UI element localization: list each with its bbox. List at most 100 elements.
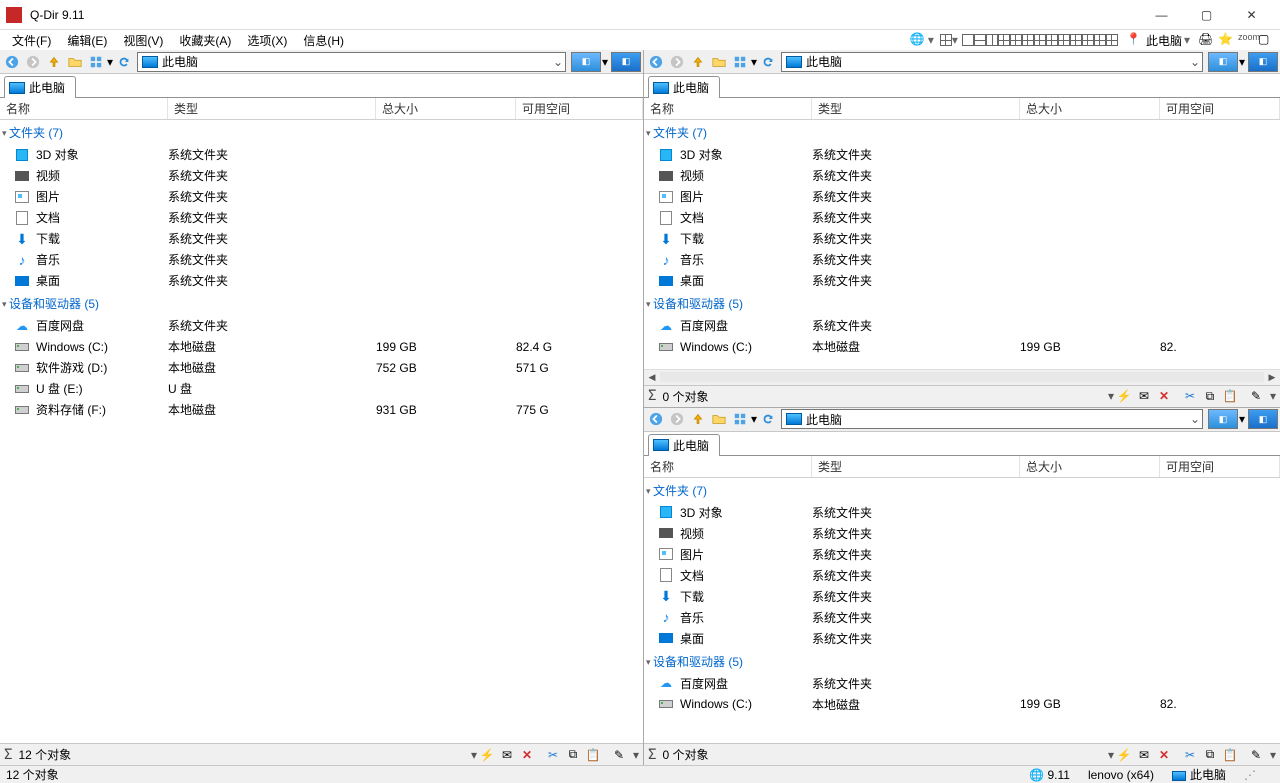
nav-back[interactable] xyxy=(2,52,22,72)
paste-icon[interactable]: 📋 xyxy=(1222,747,1238,763)
group-drives[interactable]: 设备和驱动器 (5) xyxy=(644,649,1280,673)
view-toggle-a[interactable]: ◧ xyxy=(1208,409,1238,429)
layout-3d-icon[interactable] xyxy=(1034,34,1046,46)
file-list[interactable]: 文件夹 (7)3D 对象系统文件夹视频系统文件夹图片系统文件夹文档系统文件夹⬇下… xyxy=(0,120,643,743)
list-item[interactable]: ☁百度网盘系统文件夹 xyxy=(644,315,1280,336)
filter-icon[interactable]: ⚡ xyxy=(1116,747,1132,763)
tab-active[interactable]: 此电脑 xyxy=(4,76,76,98)
nav-back[interactable] xyxy=(646,409,666,429)
col-free[interactable]: 可用空间 xyxy=(516,98,643,119)
sigma-icon[interactable]: Σ xyxy=(648,747,656,763)
layout-2v-icon[interactable] xyxy=(986,34,998,46)
group-drives[interactable]: 设备和驱动器 (5) xyxy=(644,291,1280,315)
nav-folders[interactable] xyxy=(709,52,729,72)
layout-1-icon[interactable] xyxy=(962,34,974,46)
group-drives[interactable]: 设备和驱动器 (5) xyxy=(0,291,643,315)
list-item[interactable]: ⬇下载系统文件夹 xyxy=(644,228,1280,249)
file-list[interactable]: 文件夹 (7)3D 对象系统文件夹视频系统文件夹图片系统文件夹文档系统文件夹⬇下… xyxy=(644,120,1280,369)
layout-3c-icon[interactable] xyxy=(1022,34,1034,46)
menu-options[interactable]: 选项(X) xyxy=(239,31,295,50)
tab-active[interactable]: 此电脑 xyxy=(648,434,720,456)
h-scrollbar[interactable]: ◀▶ xyxy=(644,369,1280,385)
address-bar[interactable]: 此电脑⌄ xyxy=(137,52,566,72)
cut-icon[interactable]: ✂ xyxy=(1182,388,1198,404)
list-item[interactable]: 视频系统文件夹 xyxy=(644,165,1280,186)
mail-icon[interactable]: ✉ xyxy=(499,747,515,763)
view-toggle-a[interactable]: ◧ xyxy=(571,52,601,72)
copy-icon[interactable]: ⧉ xyxy=(565,747,581,763)
list-item[interactable]: ☁百度网盘系统文件夹 xyxy=(0,315,643,336)
nav-refresh[interactable] xyxy=(114,52,134,72)
cut-icon[interactable]: ✂ xyxy=(545,747,561,763)
nav-forward[interactable] xyxy=(667,52,687,72)
filter-icon[interactable]: ⚡ xyxy=(1116,388,1132,404)
edit-icon[interactable]: ✎ xyxy=(1248,747,1264,763)
minimize-button[interactable]: — xyxy=(1139,1,1184,29)
nav-folders[interactable] xyxy=(709,409,729,429)
layout-4-icon[interactable] xyxy=(940,34,952,46)
edit-icon[interactable]: ✎ xyxy=(1248,388,1264,404)
delete-icon[interactable]: ✕ xyxy=(1156,747,1172,763)
list-item[interactable]: 图片系统文件夹 xyxy=(644,186,1280,207)
view-toggle-a[interactable]: ◧ xyxy=(1208,52,1238,72)
address-bar[interactable]: 此电脑⌄ xyxy=(781,409,1203,429)
col-free[interactable]: 可用空间 xyxy=(1160,98,1280,119)
col-name[interactable]: 名称 xyxy=(644,456,812,477)
nav-refresh[interactable] xyxy=(758,409,778,429)
list-item[interactable]: U 盘 (E:)U 盘 xyxy=(0,378,643,399)
list-item[interactable]: 桌面系统文件夹 xyxy=(644,628,1280,649)
nav-up[interactable] xyxy=(688,52,708,72)
col-free[interactable]: 可用空间 xyxy=(1160,456,1280,477)
pin-icon[interactable]: 📍 xyxy=(1126,32,1142,48)
group-folders[interactable]: 文件夹 (7) xyxy=(644,478,1280,502)
nav-up[interactable] xyxy=(688,409,708,429)
copy-icon[interactable]: ⧉ xyxy=(1202,388,1218,404)
list-item[interactable]: 桌面系统文件夹 xyxy=(644,270,1280,291)
layout-4a-icon[interactable] xyxy=(1046,34,1058,46)
col-total[interactable]: 总大小 xyxy=(376,98,516,119)
layout-4d-icon[interactable] xyxy=(1082,34,1094,46)
printer-icon[interactable]: 🖨 xyxy=(1198,32,1214,48)
list-item[interactable]: 文档系统文件夹 xyxy=(0,207,643,228)
nav-view[interactable] xyxy=(730,52,750,72)
list-item[interactable]: Windows (C:)本地磁盘199 GB82. xyxy=(644,694,1280,715)
list-item[interactable]: 3D 对象系统文件夹 xyxy=(0,144,643,165)
copy-icon[interactable]: ⧉ xyxy=(1202,747,1218,763)
view-toggle-b[interactable]: ◧ xyxy=(1248,52,1278,72)
group-folders[interactable]: 文件夹 (7) xyxy=(644,120,1280,144)
layout-4c-icon[interactable] xyxy=(1070,34,1082,46)
tb-computer[interactable]: 此电脑 xyxy=(1146,32,1182,49)
list-item[interactable]: 3D 对象系统文件夹 xyxy=(644,144,1280,165)
zoom-icon[interactable]: zoom xyxy=(1238,32,1254,48)
list-item[interactable]: 图片系统文件夹 xyxy=(644,544,1280,565)
cut-icon[interactable]: ✂ xyxy=(1182,747,1198,763)
address-dropdown-icon[interactable]: ⌄ xyxy=(1188,55,1202,69)
status-resize[interactable]: ⋰ xyxy=(1244,768,1256,782)
file-list[interactable]: 文件夹 (7)3D 对象系统文件夹视频系统文件夹图片系统文件夹文档系统文件夹⬇下… xyxy=(644,478,1280,744)
layout-4f-icon[interactable] xyxy=(1106,34,1118,46)
filter-icon[interactable]: ⚡ xyxy=(479,747,495,763)
nav-forward[interactable] xyxy=(23,52,43,72)
list-item[interactable]: ♪音乐系统文件夹 xyxy=(0,249,643,270)
col-total[interactable]: 总大小 xyxy=(1020,456,1160,477)
nav-up[interactable] xyxy=(44,52,64,72)
list-item[interactable]: ☁百度网盘系统文件夹 xyxy=(644,673,1280,694)
list-item[interactable]: ♪音乐系统文件夹 xyxy=(644,249,1280,270)
layout-4e-icon[interactable] xyxy=(1094,34,1106,46)
col-total[interactable]: 总大小 xyxy=(1020,98,1160,119)
list-item[interactable]: 图片系统文件夹 xyxy=(0,186,643,207)
address-dropdown-icon[interactable]: ⌄ xyxy=(551,55,565,69)
sigma-icon[interactable]: Σ xyxy=(648,388,656,404)
layout-3a-icon[interactable] xyxy=(998,34,1010,46)
list-item[interactable]: 视频系统文件夹 xyxy=(0,165,643,186)
layout-3b-icon[interactable] xyxy=(1010,34,1022,46)
menu-favorites[interactable]: 收藏夹(A) xyxy=(171,31,239,50)
col-name[interactable]: 名称 xyxy=(644,98,812,119)
list-item[interactable]: ⬇下载系统文件夹 xyxy=(644,586,1280,607)
layout-2h-icon[interactable] xyxy=(974,34,986,46)
list-item[interactable]: 资料存储 (F:)本地磁盘931 GB775 G xyxy=(0,399,643,420)
list-item[interactable]: 桌面系统文件夹 xyxy=(0,270,643,291)
mail-icon[interactable]: ✉ xyxy=(1136,388,1152,404)
list-item[interactable]: 文档系统文件夹 xyxy=(644,207,1280,228)
group-folders[interactable]: 文件夹 (7) xyxy=(0,120,643,144)
